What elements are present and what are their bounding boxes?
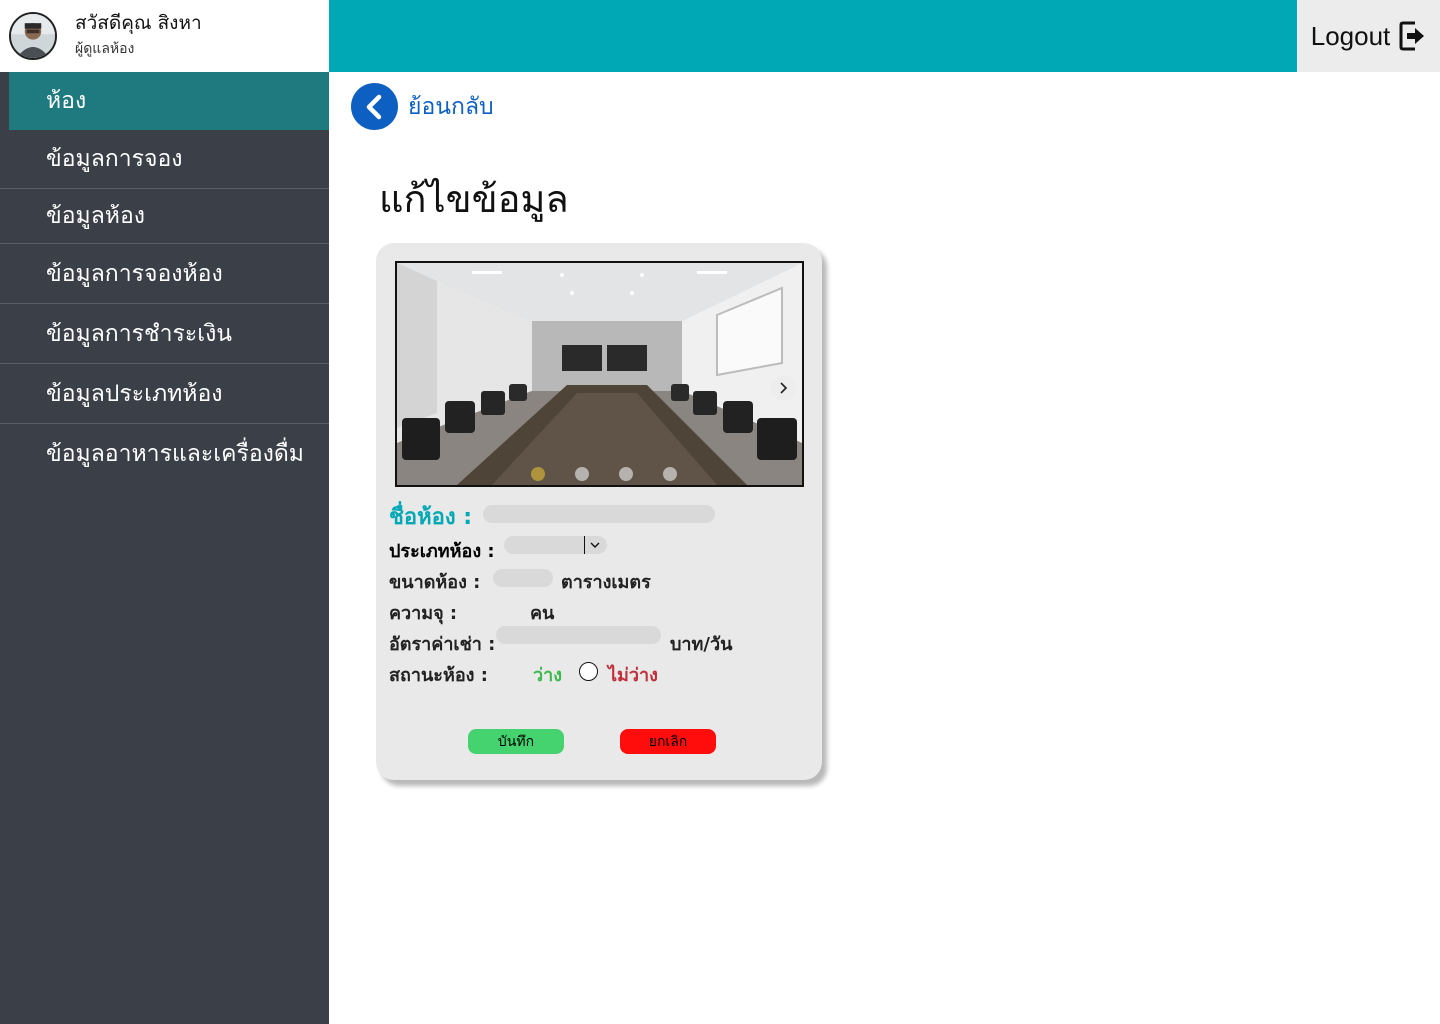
carousel-dot[interactable] [662, 467, 677, 481]
rent-rate-label: อัตราค่าเช่า : [389, 634, 496, 655]
sidebar-item-label: ห้อง [46, 88, 87, 114]
sidebar: ห้อง ข้อมูลการจอง ข้อมูลห้อง ข้อมูลการจอ… [0, 72, 329, 1024]
chevron-down-icon [588, 537, 602, 556]
sidebar-item-room-type-info[interactable]: ข้อมูลประเภทห้อง [0, 364, 329, 424]
sidebar-item-label: ข้อมูลอาหารและเครื่องดื่ม [46, 441, 304, 467]
room-photo [397, 263, 802, 485]
sidebar-item-booking-info[interactable]: ข้อมูลการจอง [0, 130, 329, 189]
sidebar-item-food-drink-info[interactable]: ข้อมูลอาหารและเครื่องดื่ม [0, 424, 329, 484]
greeting-text: สวัสดีคุณ สิงหา [75, 12, 202, 34]
sidebar-item-label: ข้อมูลประเภทห้อง [46, 380, 223, 407]
sidebar-item-room-info[interactable]: ข้อมูลห้อง [0, 189, 329, 244]
room-type-label: ประเภทห้อง : [389, 541, 495, 562]
sidebar-item-label: ข้อมูลห้อง [46, 203, 145, 229]
rent-rate-unit: บาท/วัน [670, 634, 733, 655]
sidebar-item-payment-info[interactable]: ข้อมูลการชำระเงิน [0, 304, 329, 364]
select-divider [584, 536, 585, 554]
sidebar-item-room-booking-info[interactable]: ข้อมูลการจองห้อง [0, 244, 329, 304]
user-role: ผู้ดูแลห้อง [75, 41, 135, 57]
logout-button[interactable]: Logout [1297, 0, 1440, 72]
room-size-input[interactable] [493, 569, 553, 587]
room-type-select[interactable] [504, 536, 607, 554]
room-size-label: ขนาดห้อง : [389, 572, 481, 593]
capacity-label: ความจุ : [389, 603, 458, 624]
cancel-button[interactable]: ยกเลิก [620, 729, 716, 754]
page-title: แก้ไขข้อมูล [379, 177, 569, 221]
room-photo-carousel[interactable] [395, 261, 804, 487]
edit-room-card: ชื่อห้อง : ประเภทห้อง : ขนาดห้อง : ตาราง… [376, 243, 822, 780]
status-option-busy[interactable]: ไม่ว่าง [608, 660, 658, 689]
capacity-unit: คน [530, 603, 555, 624]
user-panel: สวัสดีคุณ สิงหา ผู้ดูแลห้อง [0, 0, 329, 72]
save-button[interactable]: บันทึก [468, 729, 564, 754]
logout-icon [1398, 20, 1426, 52]
room-size-unit: ตารางเมตร [561, 572, 651, 593]
sidebar-item-label: ข้อมูลการจองห้อง [46, 260, 223, 287]
carousel-dot[interactable] [574, 467, 589, 481]
rent-rate-input[interactable] [496, 626, 661, 644]
carousel-next-button[interactable] [770, 375, 796, 401]
sidebar-item-label: ข้อมูลการชำระเงิน [46, 320, 233, 347]
room-name-label: ชื่อห้อง : [389, 505, 473, 530]
status-option-free[interactable]: ว่าง [533, 660, 562, 689]
room-name-input[interactable] [483, 505, 715, 523]
chevron-left-icon [351, 83, 398, 130]
logout-label: Logout [1310, 20, 1391, 51]
chevron-right-icon [778, 381, 788, 395]
user-photo [11, 14, 55, 58]
room-status-label: สถานะห้อง : [389, 665, 488, 686]
back-button[interactable]: ย้อนกลับ [351, 83, 494, 130]
carousel-dot[interactable] [618, 467, 633, 481]
status-radio[interactable] [579, 662, 598, 681]
carousel-indicators [397, 467, 802, 481]
avatar[interactable] [9, 12, 57, 60]
back-label: ย้อนกลับ [408, 93, 494, 120]
carousel-dot[interactable] [530, 467, 545, 481]
sidebar-item-label: ข้อมูลการจอง [46, 146, 183, 172]
sidebar-item-room[interactable]: ห้อง [0, 72, 329, 130]
top-bar [329, 0, 1297, 72]
